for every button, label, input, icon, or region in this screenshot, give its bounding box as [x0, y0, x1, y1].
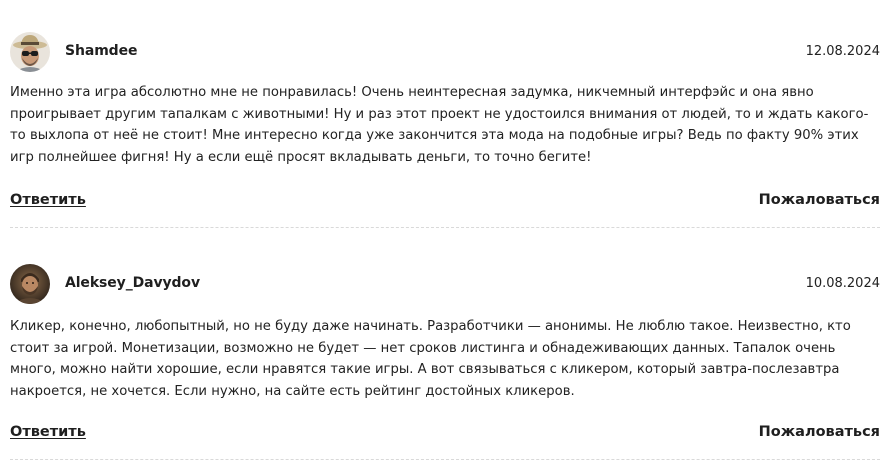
comment-date: 10.08.2024	[805, 276, 880, 291]
report-link[interactable]: Пожаловаться	[759, 424, 880, 440]
comment-header: Shamdee 12.08.2024	[10, 32, 880, 74]
comment-divider	[10, 227, 880, 228]
comment-divider	[10, 459, 880, 460]
comment-date: 12.08.2024	[805, 44, 880, 59]
reply-link[interactable]: Ответить	[10, 424, 86, 440]
comment-actions: Ответить Пожаловаться	[10, 192, 880, 214]
comment-header: Aleksey_Davydov 10.08.2024	[10, 264, 880, 306]
comment-item: Aleksey_Davydov 10.08.2024 Кликер, конеч…	[10, 264, 880, 460]
comment-author: Shamdee	[65, 43, 138, 59]
reply-link[interactable]: Ответить	[10, 192, 86, 208]
report-link[interactable]: Пожаловаться	[759, 192, 880, 208]
comment-item: Shamdee 12.08.2024 Именно эта игра абсол…	[10, 32, 880, 228]
comment-author: Aleksey_Davydov	[65, 275, 200, 291]
comment-text: Именно эта игра абсолютно мне не понрави…	[10, 85, 869, 165]
comment-text: Кликер, конечно, любопытный, но не буду …	[10, 319, 851, 399]
comment-actions: Ответить Пожаловаться	[10, 424, 880, 446]
user-avatar-icon[interactable]	[10, 264, 50, 304]
user-avatar-icon[interactable]	[10, 32, 50, 72]
